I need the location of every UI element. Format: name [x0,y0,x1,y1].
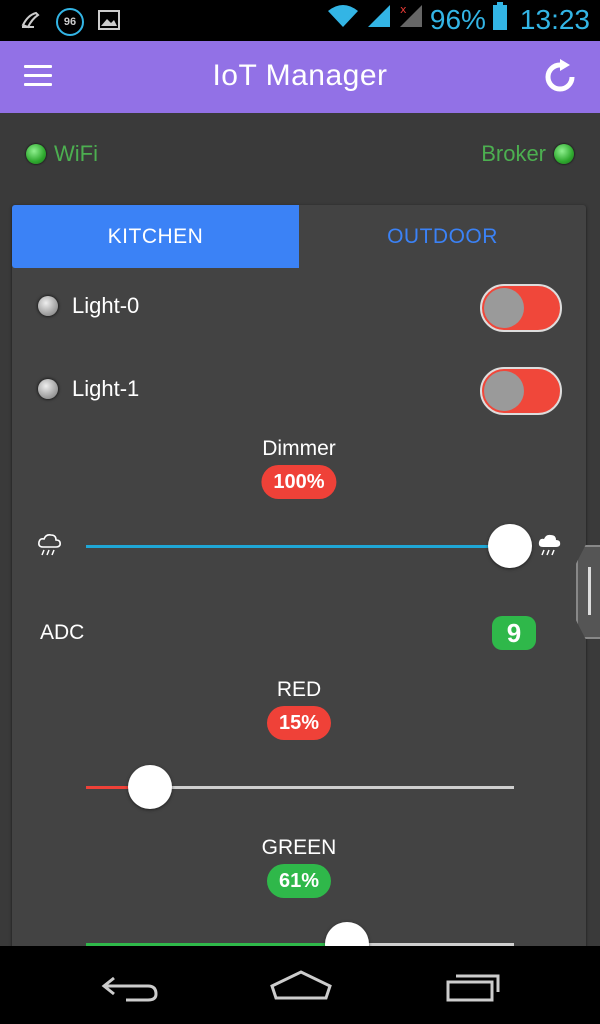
signal-nosim-icon: x [398,3,424,36]
tab-kitchen[interactable]: KITCHEN [12,205,299,268]
wifi-led-icon [26,144,46,164]
toggle-knob [484,288,524,328]
app-bar: IoT Manager [0,41,600,113]
green-slider-thumb[interactable] [325,922,370,946]
light-1-label: Light-1 [72,376,140,401]
toggle-knob [484,371,524,411]
tab-outdoor[interactable]: OUTDOOR [299,205,586,268]
signal-icon [366,3,392,36]
broker-led-icon [554,144,574,164]
green-value-badge: 61% [266,864,332,898]
battery-text: 96% [429,3,486,35]
broker-label: Broker [481,141,546,166]
light-0-toggle[interactable] [480,284,562,332]
dimmer-value-badge: 100% [261,465,337,499]
side-drawer-handle[interactable] [576,545,600,639]
green-label: GREEN [261,836,337,859]
nav-bar [0,946,600,1024]
wifi-icon [326,3,360,36]
light-0-led-icon [38,296,58,316]
widget-card: KITCHEN OUTDOOR Light-0 Light-1 Dimmer 1… [12,205,586,946]
broker-status: Broker [481,141,574,167]
dimmer-slider-fill [86,545,510,548]
status-bar-system: x 96% 13:23 [326,2,590,37]
status-bar: 96 x 96% 13:23 [0,0,600,41]
cloud-rain-outline-icon [36,533,64,562]
back-icon[interactable] [96,964,166,1008]
app-title: IoT Manager [212,59,388,92]
dimmer-slider[interactable] [86,524,532,568]
light-1-toggle[interactable] [480,367,562,415]
dimmer-label: Dimmer [262,437,336,460]
tab-bar: KITCHEN OUTDOOR [12,205,586,268]
red-value-badge: 15% [266,706,332,740]
light-0-label: Light-0 [72,293,140,318]
badge-icon: 96 [56,8,84,36]
broom-icon [20,9,42,36]
main-content: WiFi Broker KITCHEN OUTDOOR Light-0 Ligh… [0,113,600,946]
battery-icon [492,2,508,37]
red-slider[interactable] [86,765,514,809]
light-1-row: Light-1 [38,376,139,402]
wifi-status: WiFi [26,141,98,167]
light-1-led-icon [38,379,58,399]
red-slider-thumb[interactable] [128,765,173,809]
image-icon [98,9,120,35]
clock: 13:23 [519,3,590,35]
wifi-label: WiFi [54,141,98,166]
home-icon[interactable] [266,964,336,1008]
refresh-icon[interactable] [542,59,578,95]
notif-badge-text: 96 [63,16,77,28]
adc-value-badge: 9 [492,616,536,650]
adc-label: ADC [40,621,85,644]
svg-text:x: x [400,3,407,16]
recents-icon[interactable] [440,964,510,1008]
status-bar-notifications: 96 [20,8,120,36]
cloud-rain-filled-icon [536,533,564,562]
dimmer-slider-thumb[interactable] [488,524,532,568]
light-0-row: Light-0 [38,293,139,319]
red-label: RED [276,678,322,701]
